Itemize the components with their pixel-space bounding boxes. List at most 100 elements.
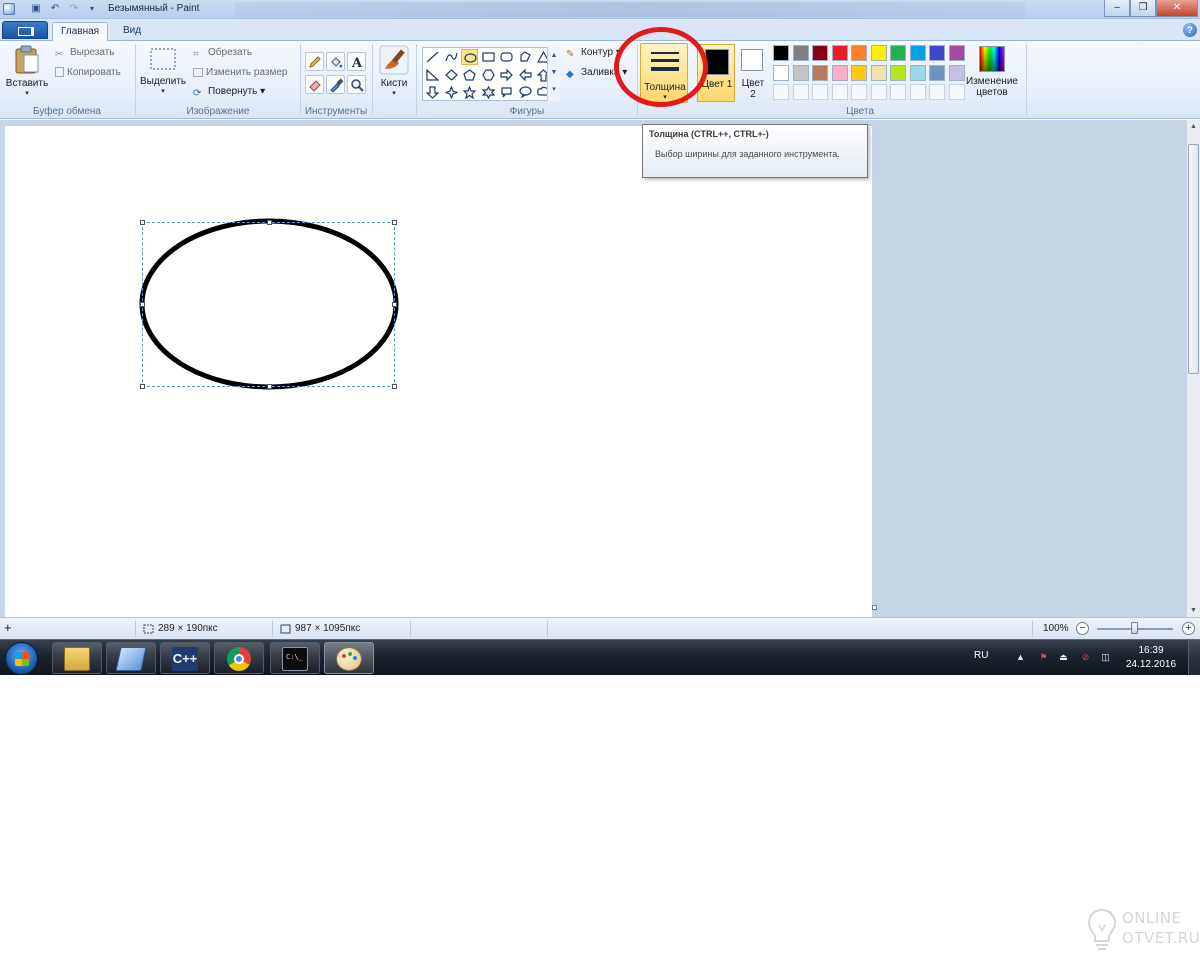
minimize-button[interactable]: ‒ [1104,0,1130,17]
palette-swatch[interactable] [929,45,945,61]
shape-line[interactable] [424,49,441,65]
tab-view[interactable]: Вид [115,22,149,42]
resize-handle-bottom-left[interactable] [140,384,145,389]
magnifier-tool-button[interactable] [347,75,366,94]
palette-swatch[interactable] [792,45,809,61]
palette-swatch[interactable] [890,45,906,61]
taskbar-chrome-button[interactable] [214,642,264,674]
taskbar-explorer-button[interactable] [52,642,102,674]
custom-color-slot[interactable] [909,84,926,100]
shape-callout-oval[interactable] [517,84,534,100]
resize-button[interactable]: Изменить размер [193,67,287,78]
resize-handle-left[interactable] [140,302,145,307]
resize-handle-top-left[interactable] [140,220,145,225]
palette-swatch[interactable] [851,64,867,81]
color2-button[interactable]: Цвет 2 [738,44,768,102]
taskbar-cpp-ide-button[interactable]: C++ [160,642,210,674]
resize-handle-top[interactable] [267,220,272,225]
vertical-scrollbar[interactable]: ▲ ▼ [1186,120,1200,617]
crop-button[interactable]: ⌗ Обрезать [193,47,252,60]
shape-arrow-left[interactable] [517,67,534,83]
palette-swatch[interactable] [870,45,887,61]
paint-menu-button[interactable] [2,21,48,39]
outline-button[interactable]: ✎ Контур ▾ [566,47,621,60]
shape-callout-rounded[interactable] [498,84,515,100]
custom-color-slot[interactable] [812,84,828,100]
brushes-dropdown-arrow[interactable]: ▾ [376,89,412,97]
select-button[interactable]: Выделить ▾ [140,47,186,95]
shape-polygon[interactable] [517,49,534,65]
custom-color-slot[interactable] [792,84,809,100]
resize-handle-bottom-right[interactable] [392,384,397,389]
shape-arrow-down[interactable] [424,84,441,100]
cut-button[interactable]: ✂ Вырезать [55,47,114,60]
start-button[interactable] [5,642,38,675]
palette-swatch[interactable] [773,64,789,81]
palette-swatch[interactable] [773,45,789,61]
save-icon[interactable]: ▣ [30,3,42,15]
palette-swatch[interactable] [948,45,965,61]
shape-right-triangle[interactable] [424,67,441,83]
resize-handle-top-right[interactable] [392,220,397,225]
palette-swatch[interactable] [831,64,848,81]
tab-home[interactable]: Главная [52,22,109,42]
action-center-flag-icon[interactable]: ⚑ [1038,652,1049,663]
palette-swatch[interactable] [909,64,926,81]
shapes-gallery-scroll[interactable]: ▲ ▼ ▾ [547,47,560,101]
paste-dropdown-arrow[interactable]: ▾ [4,89,50,97]
pencil-tool-button[interactable] [305,52,324,71]
clock-date[interactable]: 24.12.2016 [1124,659,1178,670]
shape-diamond[interactable] [443,67,460,83]
shape-curve[interactable] [443,49,460,65]
color-picker-tool-button[interactable] [326,75,345,94]
shape-rectangle[interactable] [480,49,497,65]
zoom-in-button[interactable]: + [1182,622,1195,635]
palette-swatch[interactable] [792,64,809,81]
fill-tool-button[interactable] [326,52,345,71]
customize-quick-access-icon[interactable]: ▾ [86,3,98,15]
maximize-button[interactable]: ❐ [1130,0,1156,17]
custom-color-slot[interactable] [929,84,945,100]
paste-button[interactable]: Вставить ▾ [4,45,50,97]
zoom-out-button[interactable]: − [1076,622,1089,635]
undo-icon[interactable]: ↶ [49,3,61,15]
scroll-down-arrow[interactable]: ▼ [1187,604,1200,617]
help-icon[interactable]: ? [1183,23,1197,37]
shape-star-five[interactable] [461,84,478,100]
drawing-canvas[interactable] [5,126,872,617]
select-dropdown-arrow[interactable]: ▾ [140,87,186,95]
custom-color-slot[interactable] [831,84,848,100]
taskbar-console-button[interactable]: C:\_ [270,642,320,674]
palette-swatch[interactable] [929,64,945,81]
zoom-slider-thumb[interactable] [1131,622,1138,634]
custom-color-slot[interactable] [773,84,789,100]
close-button[interactable]: ✕ [1156,0,1198,17]
resize-handle-right[interactable] [392,302,397,307]
edit-colors-button[interactable]: Изменение цветов [962,46,1022,104]
palette-swatch[interactable] [909,45,926,61]
scroll-up-arrow[interactable]: ▲ [1187,120,1200,133]
palette-swatch[interactable] [812,64,828,81]
paint-app-icon[interactable] [3,3,15,15]
custom-color-slot[interactable] [890,84,906,100]
copy-button[interactable]: Копировать [55,67,121,78]
palette-swatch[interactable] [851,45,867,61]
shape-arrow-right[interactable] [498,67,515,83]
canvas-resize-handle[interactable] [872,605,877,610]
shape-star-four[interactable] [443,84,460,100]
eraser-tool-button[interactable] [305,75,324,94]
shape-hexagon[interactable] [480,67,497,83]
text-tool-button[interactable]: A [347,52,366,71]
brushes-button[interactable]: Кисти ▾ [376,45,412,97]
palette-swatch[interactable] [870,64,887,81]
network-disconnected-icon[interactable]: ⊘ [1080,652,1091,663]
custom-color-slot[interactable] [948,84,965,100]
show-desktop-button[interactable] [1188,640,1200,675]
volume-icon[interactable]: ◫ [1100,652,1111,663]
shape-oval[interactable] [461,49,478,65]
shape-rounded-rectangle[interactable] [498,49,515,65]
scroll-thumb[interactable] [1188,144,1199,374]
resize-handle-bottom[interactable] [267,384,272,389]
palette-swatch[interactable] [831,45,848,61]
input-language-indicator[interactable]: RU [974,650,988,661]
